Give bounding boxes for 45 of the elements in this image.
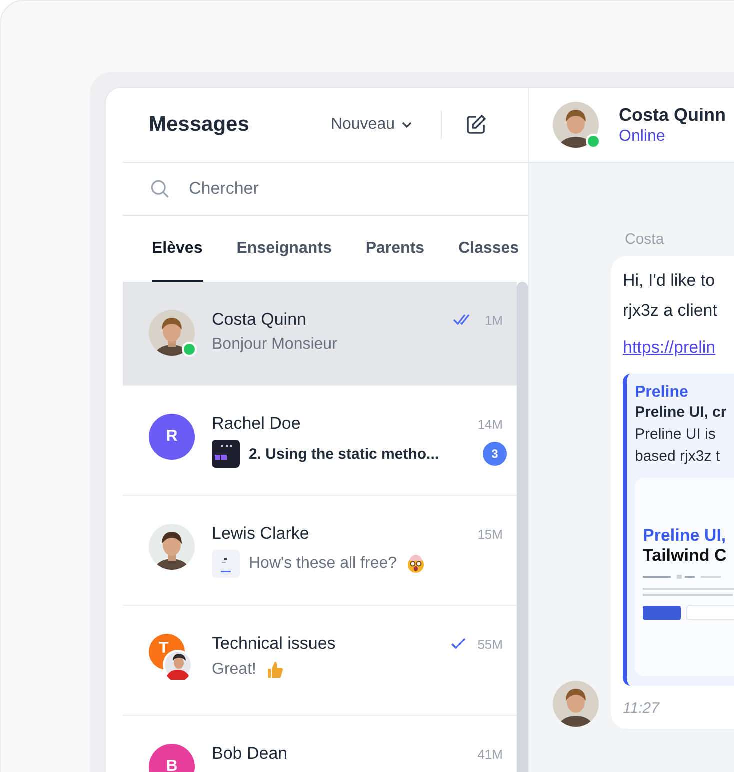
message-time: 41M bbox=[478, 746, 503, 762]
contact-name: Costa Quinn bbox=[619, 104, 726, 126]
preview-description: based rjx3z t bbox=[635, 447, 722, 467]
preview-description: Preline UI is bbox=[635, 425, 717, 445]
message-time: 11:27 bbox=[623, 700, 661, 717]
message-preview: How's these all free? bbox=[249, 555, 398, 573]
sender-name: Costa bbox=[625, 231, 666, 248]
unread-count-badge: 3 bbox=[483, 442, 507, 466]
contact-name: Bob Dean bbox=[212, 744, 288, 764]
contact-name: Rachel Doe bbox=[212, 414, 301, 434]
avatar-initial: B bbox=[149, 744, 195, 772]
search-field[interactable]: Chercher bbox=[187, 178, 491, 200]
tab[interactable]: Enseignants bbox=[236, 216, 332, 282]
message-time: 15M bbox=[478, 526, 503, 542]
message-link[interactable]: https://prelin bbox=[623, 338, 734, 358]
message-time: 14M bbox=[478, 416, 503, 432]
preview-title: Preline UI, cr bbox=[635, 403, 728, 423]
message-preview: 2. Using the static metho... bbox=[249, 446, 440, 462]
conversation-item[interactable]: R Rachel Doe 14M 2. Using the static metho... 3 bbox=[123, 386, 517, 496]
panel-title: Messages bbox=[149, 113, 250, 137]
filter-dropdown[interactable]: Nouveau bbox=[326, 112, 417, 138]
message-preview: Bonjour Monsieur bbox=[212, 336, 338, 354]
message-time: 55M bbox=[478, 636, 503, 652]
message-text: rjx3z a client bbox=[623, 300, 718, 322]
preview-headline: Preline UI, bbox=[643, 526, 728, 546]
conversation-item[interactable]: T Technical issues 55M Great! bbox=[123, 606, 517, 716]
conversation-item[interactable]: Costa Quinn 1M Bonjour Monsieur bbox=[123, 282, 517, 386]
tab[interactable]: Classes bbox=[458, 216, 520, 282]
search-icon bbox=[149, 178, 171, 200]
scrollbar[interactable] bbox=[517, 282, 528, 772]
tab[interactable]: Parents bbox=[366, 216, 425, 282]
conversation-item[interactable]: B Bob Dean 41M bbox=[123, 716, 517, 772]
contact-name: Lewis Clarke bbox=[212, 524, 310, 544]
message-text: Hi, I'd like to bbox=[623, 270, 716, 292]
compose-icon[interactable] bbox=[464, 113, 488, 137]
contact-status: Online bbox=[619, 128, 666, 146]
contact-name: Costa Quinn bbox=[212, 310, 306, 330]
avatar-initial: R bbox=[149, 414, 195, 460]
contact-name: Technical issues bbox=[212, 634, 336, 654]
message-time: 1M bbox=[484, 312, 503, 328]
conversation-item[interactable]: Lewis Clarke 15M How's these all free? bbox=[123, 496, 517, 606]
link-preview-card[interactable]: Preline Preline UI, cr Preline UI is based rjx3z t Preline UI, Tailwind C bbox=[623, 374, 734, 686]
preview-headline: Tailwind C bbox=[643, 546, 728, 566]
preview-site: Preline bbox=[635, 384, 690, 402]
message-preview: Great! bbox=[212, 661, 256, 679]
